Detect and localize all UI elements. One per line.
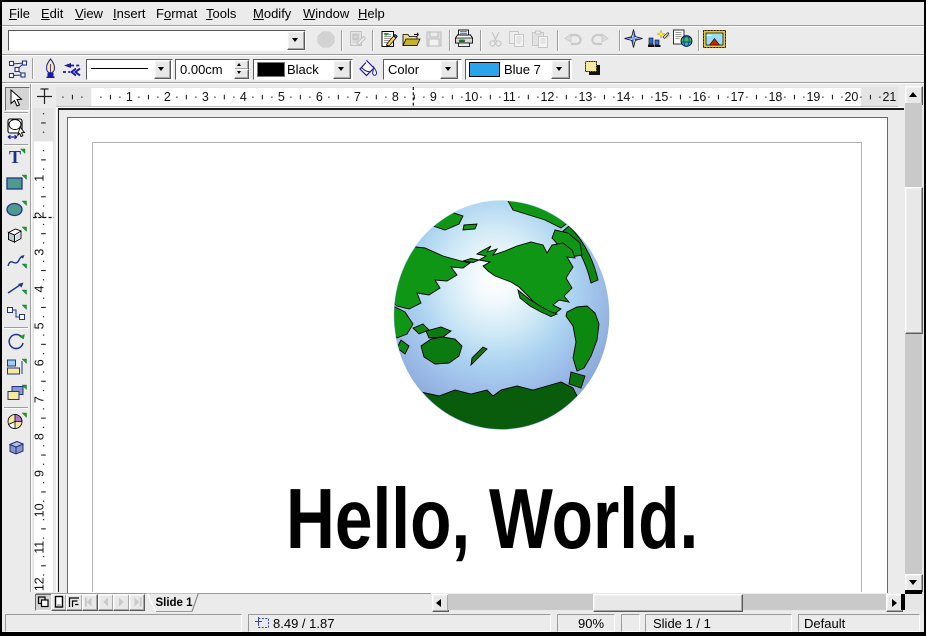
svg-text:6: 6 <box>316 90 323 104</box>
svg-text:1: 1 <box>126 90 133 104</box>
svg-text:4: 4 <box>33 285 47 292</box>
svg-text:8: 8 <box>33 433 47 440</box>
svg-text:2: 2 <box>164 90 171 104</box>
svg-text:5: 5 <box>278 90 285 104</box>
svg-text:4: 4 <box>240 90 247 104</box>
svg-text:12: 12 <box>540 90 554 104</box>
svg-text:18: 18 <box>768 90 782 104</box>
svg-text:9: 9 <box>33 470 47 477</box>
svg-text:10: 10 <box>33 503 47 517</box>
svg-text:6: 6 <box>33 359 47 366</box>
svg-text:12: 12 <box>33 577 47 591</box>
svg-text:11: 11 <box>503 90 516 104</box>
svg-text:5: 5 <box>33 322 47 329</box>
svg-text:7: 7 <box>33 396 47 403</box>
svg-text:16: 16 <box>692 90 706 104</box>
svg-text:10: 10 <box>464 90 478 104</box>
svg-text:1: 1 <box>33 175 47 182</box>
svg-text:8: 8 <box>392 90 399 104</box>
svg-text:19: 19 <box>806 90 820 104</box>
svg-text:20: 20 <box>844 90 858 104</box>
svg-text:21: 21 <box>882 90 896 104</box>
svg-text:T: T <box>9 148 21 166</box>
svg-text:17: 17 <box>730 90 744 104</box>
svg-text:3: 3 <box>33 249 47 256</box>
svg-text:9: 9 <box>430 90 437 104</box>
svg-text:11: 11 <box>33 541 47 554</box>
svg-text:7: 7 <box>354 90 361 104</box>
svg-text:3: 3 <box>202 90 209 104</box>
svg-text:13: 13 <box>578 90 592 104</box>
svg-text:15: 15 <box>654 90 668 104</box>
svg-text:Slide 1: Slide 1 <box>155 597 193 609</box>
svg-text:14: 14 <box>616 90 630 104</box>
